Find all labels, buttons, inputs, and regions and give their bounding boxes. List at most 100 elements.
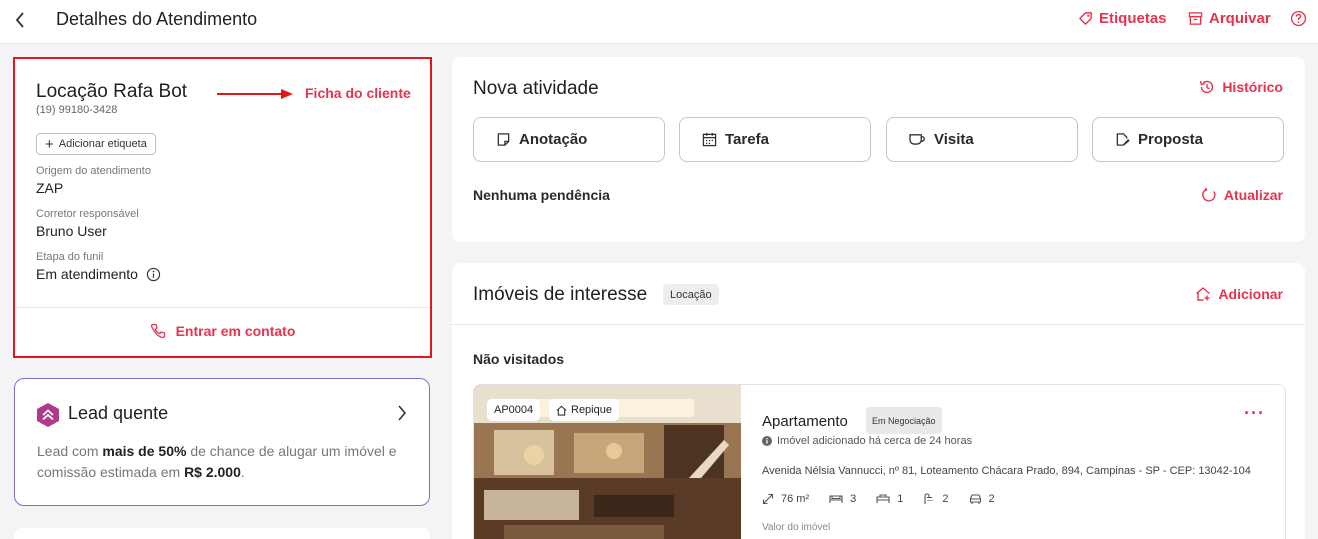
arquivar-label: Arquivar bbox=[1209, 10, 1271, 27]
refresh-icon bbox=[1202, 187, 1216, 202]
parking-feature: 2 bbox=[969, 493, 995, 505]
status-badge: Em Negociação bbox=[866, 407, 942, 434]
etiquetas-label: Etiquetas bbox=[1099, 10, 1167, 27]
arquivar-button[interactable]: Arquivar bbox=[1188, 10, 1271, 27]
page-title: Detalhes do Atendimento bbox=[56, 9, 258, 29]
corretor-label: Corretor responsável bbox=[36, 208, 139, 220]
proposal-icon bbox=[1116, 133, 1130, 146]
visita-label: Visita bbox=[934, 131, 974, 148]
nova-atividade-card: Nova atividade Histórico Anotação Tarefa… bbox=[452, 57, 1305, 242]
lead-description: Lead com mais de 50% de chance de alugar… bbox=[37, 441, 417, 483]
divider bbox=[452, 324, 1305, 325]
pending-status: Nenhuma pendência bbox=[473, 187, 610, 203]
atualizar-button[interactable]: Atualizar bbox=[1201, 187, 1283, 203]
lead-chance: mais de 50% bbox=[102, 443, 187, 459]
historico-button[interactable]: Histórico bbox=[1199, 79, 1283, 95]
visit-icon bbox=[909, 134, 925, 145]
client-phone: (19) 99180-3428 bbox=[36, 104, 118, 116]
lead-text-1: Lead com bbox=[37, 443, 103, 459]
shower-icon bbox=[924, 493, 933, 504]
calendar-icon bbox=[702, 132, 717, 147]
back-button[interactable] bbox=[10, 9, 30, 31]
house-icon bbox=[556, 405, 567, 416]
imoveis-card: Imóveis de interesse Locação Adicionar N… bbox=[452, 263, 1305, 539]
info-icon[interactable] bbox=[146, 267, 161, 282]
top-bar: Detalhes do Atendimento Etiquetas Arquiv… bbox=[0, 0, 1318, 44]
adicionar-label: Adicionar bbox=[1218, 286, 1283, 302]
bathrooms-feature: 2 bbox=[923, 493, 949, 505]
property-address: Avenida Nélsia Vannucci, nº 81, Loteamen… bbox=[762, 465, 1251, 477]
imoveis-title: Imóveis de interesse bbox=[473, 284, 648, 305]
archive-icon bbox=[1188, 12, 1203, 25]
property-code-chip: AP0004 bbox=[487, 399, 541, 421]
proposta-label: Proposta bbox=[1138, 131, 1204, 148]
parking-value: 2 bbox=[988, 493, 995, 505]
bed-icon bbox=[829, 495, 843, 503]
history-icon bbox=[1200, 80, 1214, 94]
nao-visitados-heading: Não visitados bbox=[473, 351, 565, 367]
suites-value: 1 bbox=[897, 493, 904, 505]
adicionar-button[interactable]: Adicionar bbox=[1195, 286, 1283, 302]
atualizar-label: Atualizar bbox=[1223, 187, 1283, 203]
property-features: 76 m² 3 1 2 2 bbox=[762, 493, 995, 505]
valor-label: Valor do imóvel bbox=[762, 522, 831, 533]
help-icon bbox=[1290, 10, 1307, 27]
add-tag-button[interactable]: + Adicionar etiqueta bbox=[36, 133, 156, 155]
client-name: Locação Rafa Bot bbox=[36, 81, 188, 102]
property-card[interactable]: AP0004 Repique Apartamento Em Negociação… bbox=[473, 384, 1286, 539]
chevron-right-icon bbox=[398, 405, 407, 421]
lead-text-3: . bbox=[240, 464, 245, 480]
note-icon bbox=[497, 133, 510, 146]
bedrooms-value: 3 bbox=[850, 493, 857, 505]
house-add-icon bbox=[1196, 287, 1211, 301]
property-code: AP0004 bbox=[494, 404, 534, 416]
origem-value-text: ZAP bbox=[36, 180, 64, 196]
more-options-button[interactable]: ··· bbox=[1244, 403, 1265, 424]
info-filled-icon bbox=[762, 436, 772, 446]
anotacao-button[interactable]: Anotação bbox=[473, 117, 665, 162]
corretor-value-text: Bruno User bbox=[36, 223, 107, 239]
area-feature: 76 m² bbox=[762, 493, 809, 505]
etapa-label: Etapa do funil bbox=[36, 251, 104, 263]
tarefa-button[interactable]: Tarefa bbox=[679, 117, 871, 162]
etiquetas-button[interactable]: Etiquetas bbox=[1078, 10, 1167, 27]
car-icon bbox=[969, 494, 981, 504]
tarefa-label: Tarefa bbox=[725, 131, 769, 148]
repique-label: Repique bbox=[571, 404, 612, 416]
expand-icon bbox=[762, 493, 774, 505]
client-card: Locação Rafa Bot (19) 99180-3428 Ficha d… bbox=[13, 57, 432, 358]
bedrooms-feature: 3 bbox=[829, 493, 856, 505]
lead-quente-card[interactable]: Lead quente Lead com mais de 50% de chan… bbox=[14, 378, 430, 506]
lead-hot-icon bbox=[37, 403, 59, 427]
etapa-value: Em atendimento bbox=[36, 266, 161, 282]
help-button[interactable] bbox=[1290, 10, 1307, 27]
phone-icon bbox=[150, 323, 165, 339]
bathrooms-value: 2 bbox=[942, 493, 949, 505]
anotacao-label: Anotação bbox=[519, 131, 588, 148]
suite-icon bbox=[876, 494, 890, 503]
repique-chip: Repique bbox=[549, 399, 619, 421]
added-info: Imóvel adicionado há cerca de 24 horas bbox=[762, 435, 972, 447]
divider bbox=[15, 307, 430, 308]
etapa-value-text: Em atendimento bbox=[36, 266, 138, 282]
historico-label: Histórico bbox=[1222, 79, 1283, 95]
visita-button[interactable]: Visita bbox=[886, 117, 1078, 162]
added-text: Imóvel adicionado há cerca de 24 horas bbox=[777, 435, 973, 447]
next-card-stub bbox=[14, 528, 430, 539]
origem-value: ZAP bbox=[36, 180, 63, 196]
suites-feature: 1 bbox=[876, 493, 903, 505]
corretor-value: Bruno User bbox=[36, 223, 107, 239]
origem-label: Origem do atendimento bbox=[36, 165, 151, 177]
area-value: 76 m² bbox=[781, 493, 810, 505]
contact-button[interactable]: Entrar em contato bbox=[15, 323, 430, 339]
arrow-right-icon bbox=[217, 89, 293, 99]
property-type: Apartamento bbox=[762, 413, 848, 430]
contact-label: Entrar em contato bbox=[175, 323, 296, 339]
ficha-cliente-link[interactable]: Ficha do cliente bbox=[305, 85, 411, 101]
proposta-button[interactable]: Proposta bbox=[1092, 117, 1284, 162]
chevron-left-icon bbox=[15, 12, 24, 28]
lead-commission: R$ 2.000 bbox=[184, 464, 241, 480]
add-tag-label: Adicionar etiqueta bbox=[58, 138, 147, 150]
nova-atividade-title: Nova atividade bbox=[473, 78, 599, 99]
tag-icon bbox=[1079, 12, 1092, 25]
